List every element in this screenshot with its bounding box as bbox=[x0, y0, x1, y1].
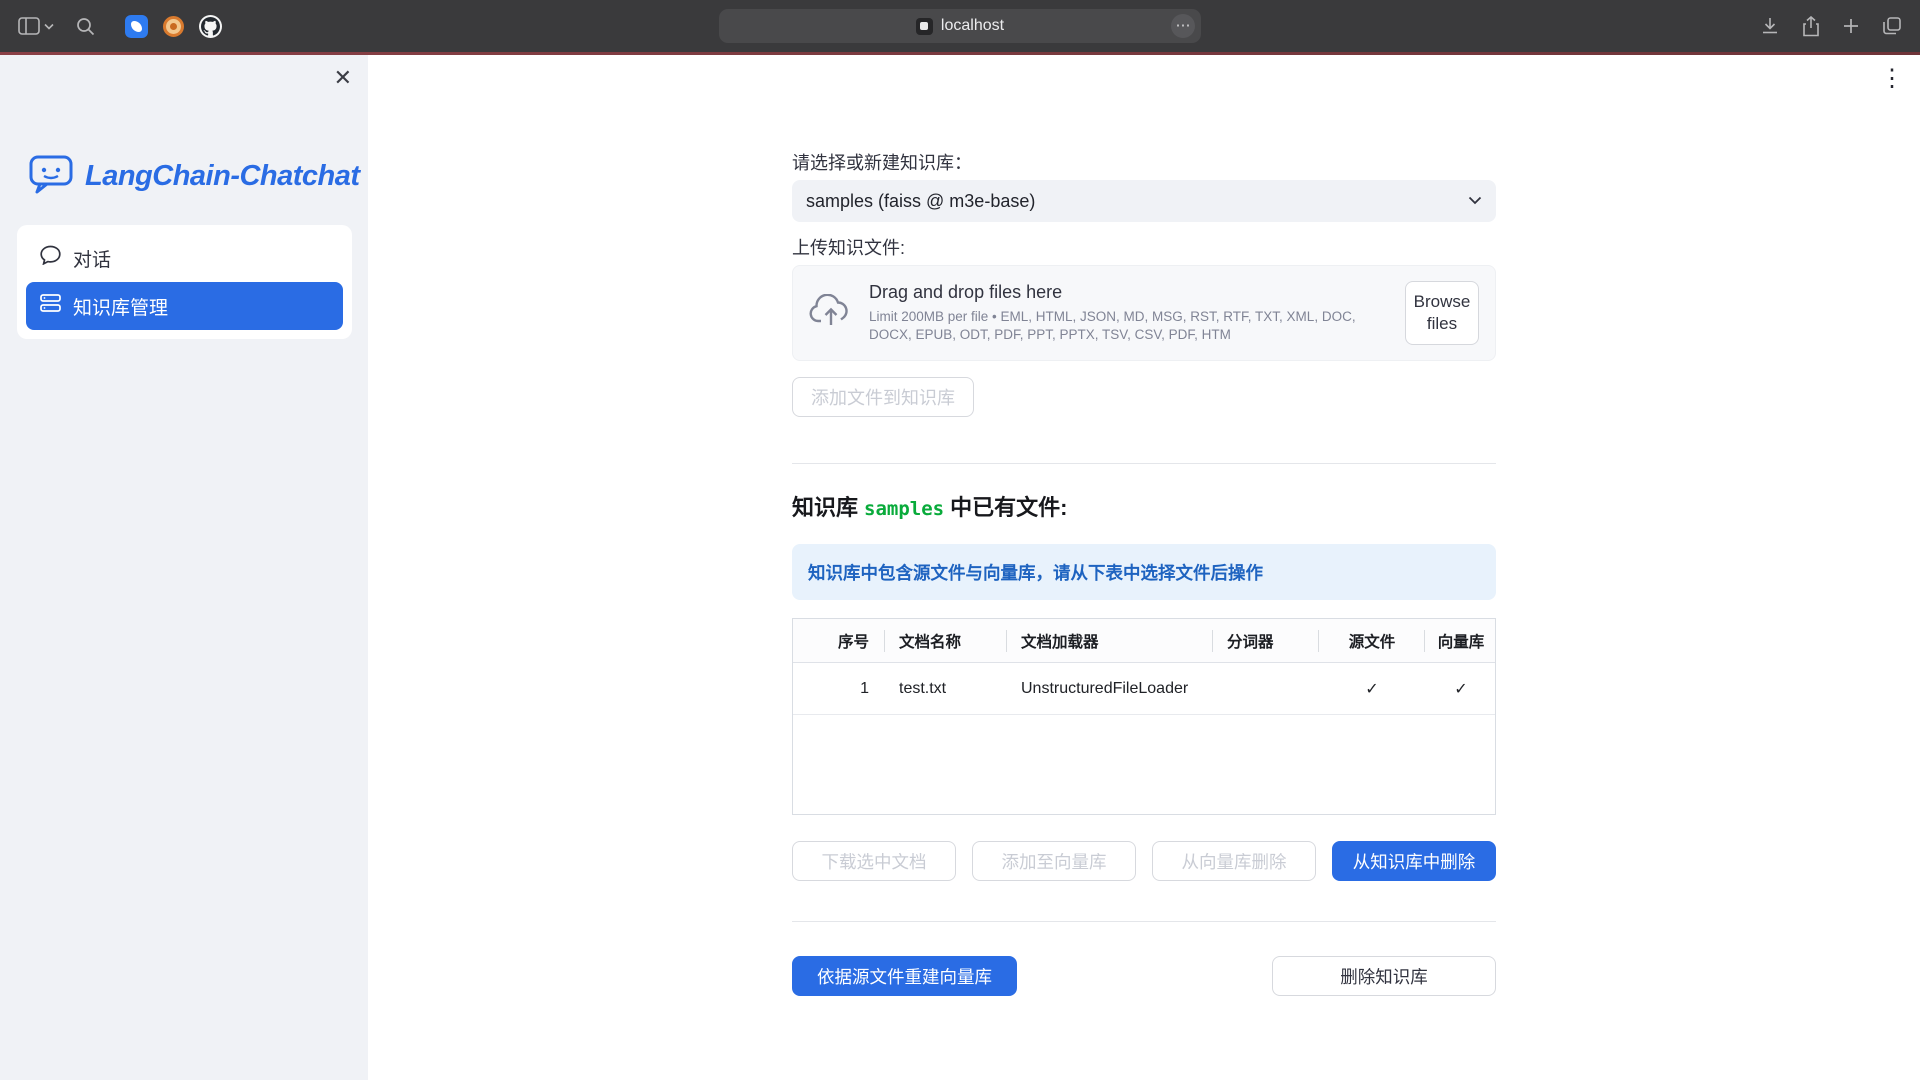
knowledge-base-icon bbox=[40, 294, 61, 318]
col-header-index[interactable]: 序号 bbox=[793, 619, 885, 662]
file-dropzone[interactable]: Drag and drop files here Limit 200MB per… bbox=[792, 265, 1496, 361]
remove-from-vector-store-button[interactable]: 从向量库删除 bbox=[1152, 841, 1316, 881]
tabs-icon bbox=[1882, 16, 1902, 36]
upload-label: 上传知识文件: bbox=[792, 236, 1496, 261]
rebuild-vector-store-button[interactable]: 依据源文件重建向量库 bbox=[792, 956, 1017, 996]
share-icon bbox=[1802, 16, 1820, 37]
table-row[interactable]: 1 test.txt UnstructuredFileLoader ✓ ✓ bbox=[793, 663, 1495, 715]
file-actions-row: 下载选中文档 添加至向量库 从向量库删除 从知识库中删除 bbox=[792, 841, 1496, 881]
cell-doc-name: test.txt bbox=[885, 663, 1007, 714]
kb-files-table: 序号 文档名称 文档加载器 分词器 源文件 向量库 1 test.txt Uns… bbox=[792, 618, 1496, 815]
page-settings-button[interactable]: ⋯ bbox=[1171, 14, 1195, 38]
app-logo-text: LangChain-Chatchat bbox=[85, 160, 360, 193]
cell-vector-store-check: ✓ bbox=[1425, 663, 1497, 714]
sidebar: ✕ LangChain-Chatchat 对 bbox=[0, 55, 368, 1080]
add-to-vector-store-button[interactable]: 添加至向量库 bbox=[972, 841, 1136, 881]
address-bar-url: localhost bbox=[941, 17, 1004, 35]
app-logo: LangChain-Chatchat bbox=[0, 153, 368, 200]
cell-splitter bbox=[1213, 663, 1319, 714]
sidebar-close-button[interactable]: ✕ bbox=[334, 67, 352, 89]
downloads-button[interactable] bbox=[1760, 16, 1780, 36]
toolbar-right-group bbox=[1760, 16, 1902, 37]
sidebar-nav: 对话 知识库管理 bbox=[17, 225, 352, 339]
chat-icon bbox=[40, 245, 61, 271]
kb-heading-code: samples bbox=[864, 498, 944, 520]
sidebar-toggle-button[interactable] bbox=[18, 17, 54, 35]
dropzone-text: Drag and drop files here Limit 200MB per… bbox=[869, 282, 1389, 344]
nav-item-label: 知识库管理 bbox=[73, 293, 168, 320]
plus-icon bbox=[1842, 17, 1860, 35]
chevron-down-icon bbox=[44, 23, 54, 30]
dropzone-title: Drag and drop files here bbox=[869, 282, 1389, 303]
new-tab-button[interactable] bbox=[1842, 17, 1860, 35]
cell-loader: UnstructuredFileLoader bbox=[1007, 663, 1213, 714]
table-header-row: 序号 文档名称 文档加载器 分词器 源文件 向量库 bbox=[793, 619, 1495, 663]
delete-kb-button[interactable]: 删除知识库 bbox=[1272, 956, 1496, 996]
divider bbox=[792, 463, 1496, 464]
col-header-source-file[interactable]: 源文件 bbox=[1319, 619, 1425, 662]
blue-extension-icon[interactable] bbox=[125, 15, 148, 38]
nav-item-knowledge-base[interactable]: 知识库管理 bbox=[26, 282, 343, 330]
browse-files-button[interactable]: Browse files bbox=[1405, 281, 1479, 345]
github-icon[interactable] bbox=[199, 15, 222, 38]
search-icon bbox=[76, 17, 95, 36]
download-icon bbox=[1760, 16, 1780, 36]
col-header-loader[interactable]: 文档加载器 bbox=[1007, 619, 1213, 662]
col-header-doc-name[interactable]: 文档名称 bbox=[885, 619, 1007, 662]
toolbar-left-group bbox=[18, 15, 222, 38]
nav-item-chat[interactable]: 对话 bbox=[26, 234, 343, 282]
delete-from-kb-button[interactable]: 从知识库中删除 bbox=[1332, 841, 1496, 881]
col-header-vector-store[interactable]: 向量库 bbox=[1425, 619, 1497, 662]
share-button[interactable] bbox=[1802, 16, 1820, 37]
table-empty-area bbox=[793, 715, 1495, 814]
tab-overview-button[interactable] bbox=[1882, 16, 1902, 36]
search-button[interactable] bbox=[76, 17, 95, 36]
kb-select-label: 请选择或新建知识库： bbox=[792, 151, 1496, 176]
selectbox-chevron-icon bbox=[1468, 192, 1482, 210]
info-alert: 知识库中包含源文件与向量库，请从下表中选择文件后操作 bbox=[792, 544, 1496, 600]
chat-bubble-logo-icon bbox=[28, 153, 74, 200]
orange-extension-icon[interactable] bbox=[163, 16, 184, 37]
kb-heading-suffix: 中已有文件: bbox=[950, 495, 1067, 520]
add-files-to-kb-button[interactable]: 添加文件到知识库 bbox=[792, 377, 974, 417]
cell-source-file-check: ✓ bbox=[1319, 663, 1425, 714]
main-area: ⋮ 请选择或新建知识库： samples (faiss @ m3e-base) … bbox=[368, 55, 1920, 1080]
kb-heading-prefix: 知识库 bbox=[792, 495, 858, 520]
site-favicon bbox=[916, 18, 933, 35]
info-alert-text: 知识库中包含源文件与向量库，请从下表中选择文件后操作 bbox=[808, 560, 1263, 585]
browser-toolbar: localhost ⋯ bbox=[0, 0, 1920, 52]
kb-bottom-actions: 依据源文件重建向量库 删除知识库 bbox=[792, 956, 1496, 996]
cell-index: 1 bbox=[793, 663, 885, 714]
nav-item-label: 对话 bbox=[73, 245, 111, 272]
extension-icons-group bbox=[125, 15, 222, 38]
streamlit-menu-button[interactable]: ⋮ bbox=[1880, 67, 1904, 91]
kb-files-heading: 知识库 samples 中已有文件: bbox=[792, 490, 1496, 522]
kb-selectbox-value: samples (faiss @ m3e-base) bbox=[806, 191, 1468, 212]
download-selected-button[interactable]: 下载选中文档 bbox=[792, 841, 956, 881]
address-bar[interactable]: localhost ⋯ bbox=[719, 9, 1201, 43]
cloud-upload-icon bbox=[809, 294, 853, 333]
col-header-splitter[interactable]: 分词器 bbox=[1213, 619, 1319, 662]
dropzone-limit: Limit 200MB per file • EML, HTML, JSON, … bbox=[869, 308, 1389, 344]
app-root: ✕ LangChain-Chatchat 对 bbox=[0, 55, 1920, 1080]
kb-selectbox[interactable]: samples (faiss @ m3e-base) bbox=[792, 180, 1496, 222]
divider bbox=[792, 921, 1496, 922]
sidebar-panel-icon bbox=[18, 17, 40, 35]
main-content: 请选择或新建知识库： samples (faiss @ m3e-base) 上传… bbox=[792, 55, 1496, 996]
